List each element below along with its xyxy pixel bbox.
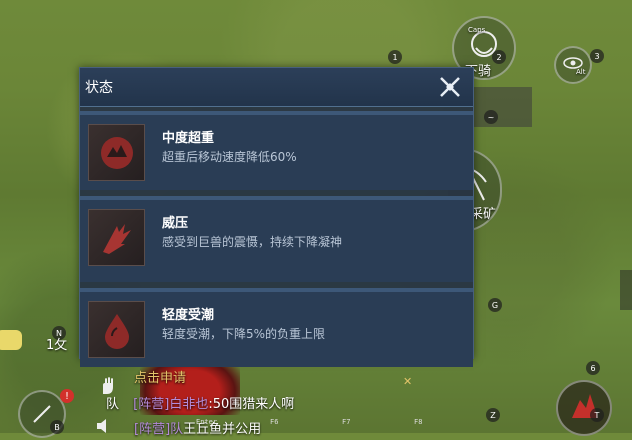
chat-line2-channel[interactable]: [阵营] [134,422,170,437]
claw-icon [102,223,131,254]
mount-hotkey-label: 2 [496,52,502,62]
chat-message: :50围猎来人啊 [208,397,295,412]
b-key-label: B [54,422,60,432]
chat-sender[interactable]: 白非也 [169,397,208,412]
status-name: 威压 [162,216,189,231]
status-item[interactable]: 中度超重 超重后移动速度降低60% [80,111,473,190]
speaker-icon[interactable] [96,418,114,433]
status-description: 轻度受潮，下降5%的负重上限 [162,327,326,341]
status-text: 轻度受潮 轻度受潮，下降5%的负重上限 [162,301,372,358]
tilde-key-label: ~ [487,112,495,122]
chat-line2-message: 王丘鱼并公用 [183,422,262,437]
status-panel-header: 状态 [80,68,473,107]
key-f7-label: F7 [342,418,351,426]
chat-channel[interactable]: [阵营] [133,397,169,412]
alert-icon: ! [60,389,74,403]
g-key-label: G [491,300,499,310]
close-button[interactable] [437,74,463,100]
status-icon-frame [88,301,145,358]
water-drop-icon [104,313,129,349]
side-slot[interactable] [472,87,532,127]
z-key-badge: Z [486,408,500,422]
status-description: 感受到巨兽的震慑，持续下降凝神 [162,235,343,249]
y-key-label: 1攵 [46,338,68,353]
chat-line-1: 队 [阵营]白非也:50围猎来人啊 [106,393,294,412]
alt-hotkey-label: 3 [594,51,600,61]
status-item[interactable]: 轻度受潮 轻度受潮，下降5%的负重上限 [80,288,473,367]
g-key-badge: G [488,298,502,312]
status-list: 中度超重 超重后移动速度降低60% 威压 感受到巨兽的震慑，持续下降凝神 轻度受… [80,107,473,367]
z-key-label: Z [490,410,496,420]
hotkey-1-badge: 1 [388,50,402,64]
six-key-label: 6 [590,363,596,373]
chat-line-header: 点击申请 [134,371,187,386]
eye-icon [563,57,583,69]
key-f8-label: F8 [414,418,423,426]
dragon-skill-icon [572,394,598,418]
overweight-icon [100,136,133,169]
status-panel: 状态 中度超重 超重后移动速度降低60% 威压 感受到巨兽的震慑，持续下降凝神 … [79,67,474,367]
chat-team-label: 队 [106,397,120,412]
close-icon [440,77,460,97]
t-key-label: T [594,410,600,420]
mount-hotkey-badge: 2 [492,50,506,64]
alt-key-label: Alt [576,68,586,76]
alt-hotkey-badge: 3 [590,49,604,63]
status-text: 威压 感受到巨兽的震慑，持续下降凝神 [162,209,372,273]
tilde-key-badge: ~ [484,110,498,124]
status-name: 中度超重 [162,131,215,146]
right-edge-panel[interactable] [620,270,632,310]
panel-title: 状态 [85,80,113,96]
six-key-badge: 6 [586,361,600,375]
status-icon-frame [88,209,145,266]
hotkey-1-label: 1 [392,52,398,62]
status-description: 超重后移动速度降低60% [162,150,297,164]
status-item[interactable]: 威压 感受到巨兽的震慑，持续下降凝神 [80,196,473,282]
key-enter-label: Enter [196,418,218,426]
status-name: 轻度受潮 [162,308,215,323]
status-text: 中度超重 超重后移动速度降低60% [162,124,372,181]
skill-dragon-button[interactable] [556,380,612,436]
key-f6-label: F6 [270,418,279,426]
b-key-badge: B [50,420,64,434]
view-toggle-button[interactable] [554,46,592,84]
chat-bubble-icon[interactable] [0,330,22,350]
t-key-badge: T [590,408,604,422]
chat-close-icon[interactable]: ✕ [403,375,415,388]
status-icon-frame [88,124,145,181]
caps-key-label: Caps [468,26,486,34]
chat-line2-sender[interactable]: 队 [170,422,183,437]
